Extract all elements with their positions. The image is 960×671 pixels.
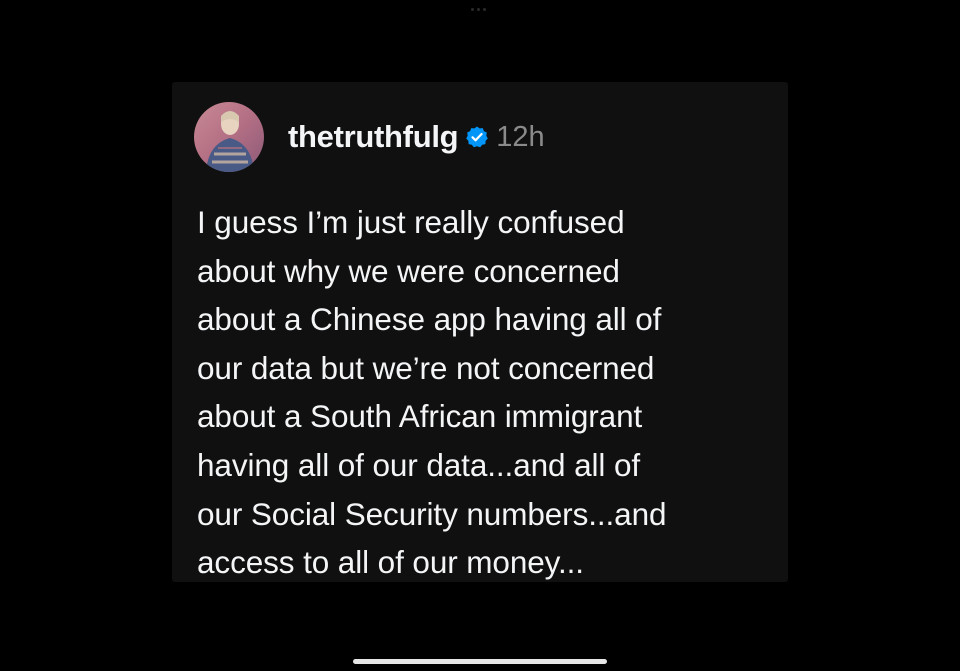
post-text-line: I guess I’m just really confused [197,204,625,240]
post-text-line: about a South African immigrant [197,398,643,435]
home-indicator[interactable] [353,659,607,664]
post-text-line: about why we were concerned [197,252,620,289]
username[interactable]: thetruthfulg [288,119,459,155]
post-text-line: having all of our data...and all of [197,446,641,483]
post-body-text: I guess I’m just really confused about w… [197,198,772,587]
post-card: thetruthfulg 12h I guess I’m just really… [172,82,788,582]
top-dots-indicator [471,8,486,11]
post-text-line: access to all of our money... [197,544,584,581]
avatar[interactable] [194,102,264,172]
post-text-line: about a Chinese app having all of [197,301,662,338]
post-timestamp: 12h [496,120,545,153]
post-text-line: our data but we’re not concerned [197,349,655,386]
post-header: thetruthfulg 12h [194,102,545,172]
verified-badge-icon [466,126,489,148]
post-text-line: our Social Security numbers...and [197,495,667,532]
